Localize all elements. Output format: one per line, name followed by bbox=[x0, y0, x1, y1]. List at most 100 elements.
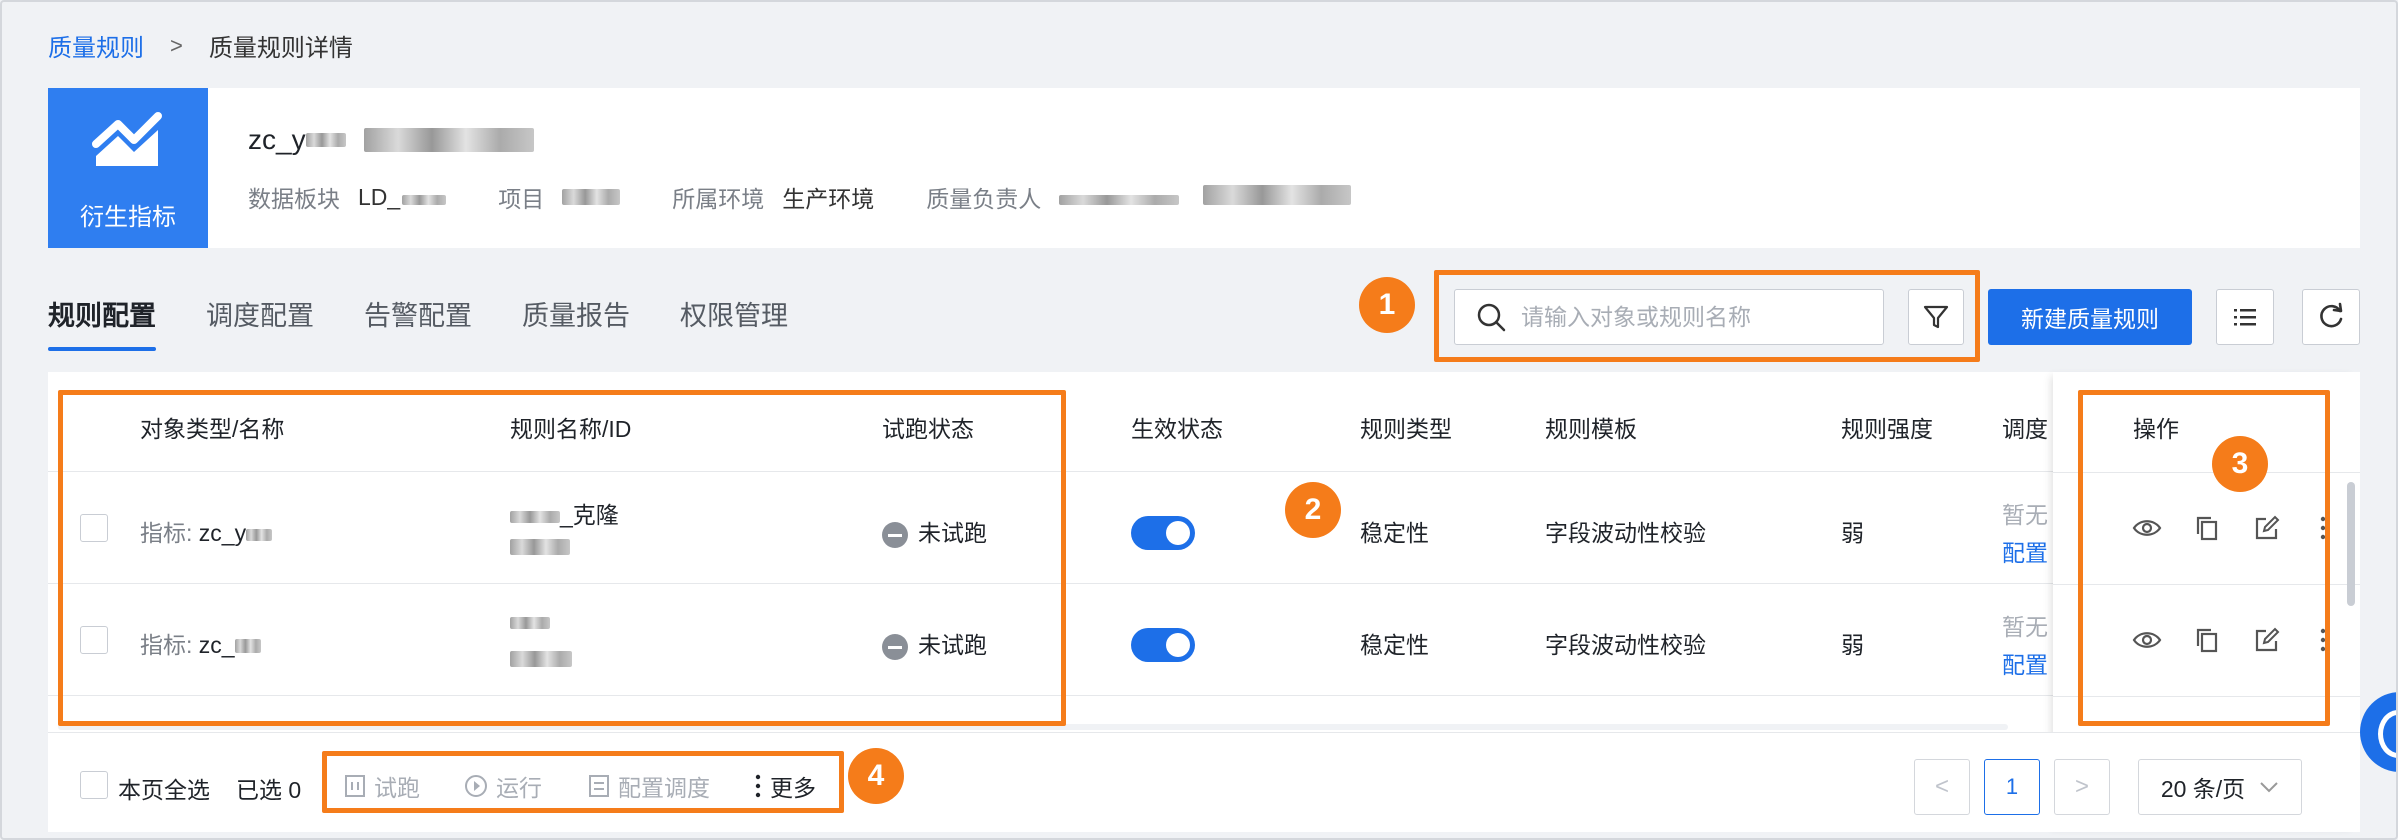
selected-count: 已选 0 bbox=[236, 777, 302, 803]
tab-quality-report[interactable]: 质量报告 bbox=[522, 294, 630, 351]
row-checkbox[interactable] bbox=[80, 626, 108, 654]
page-1-button[interactable]: 1 bbox=[1984, 759, 2040, 815]
tab-rule-config[interactable]: 规则配置 bbox=[48, 294, 156, 351]
rule-name-cell[interactable]: _克隆 bbox=[510, 496, 619, 530]
col-trial-status: 试跑状态 bbox=[882, 416, 974, 442]
copy-icon bbox=[2196, 516, 2218, 541]
view-button[interactable] bbox=[2132, 513, 2162, 543]
eye-icon bbox=[2132, 632, 2162, 648]
filter-icon bbox=[1923, 305, 1949, 329]
tab-permission[interactable]: 权限管理 bbox=[680, 294, 788, 351]
page-size-select[interactable]: 20 条/页 bbox=[2138, 759, 2302, 815]
col-rule-strength: 规则强度 bbox=[1841, 416, 1933, 442]
effect-status-toggle[interactable] bbox=[1131, 628, 1195, 662]
table-row: 指标: zc_ 未试跑 稳定性 字段波动性校验 弱 暂无 配置 bbox=[48, 584, 2360, 696]
edit-icon bbox=[2255, 515, 2280, 540]
table-footer: 本页全选 已选 0 试跑 运行 配置调度 更多 < 1 > 20 条/页 bbox=[48, 732, 2360, 832]
refresh-icon bbox=[2320, 302, 2343, 328]
breadcrumb: 质量规则 > 质量规则详情 bbox=[48, 28, 353, 63]
schedule-text: 暂无 bbox=[2002, 614, 2048, 640]
schedule-config-link[interactable]: 配置 bbox=[2002, 646, 2048, 680]
col-schedule: 调度 bbox=[2002, 416, 2048, 442]
row-checkbox[interactable] bbox=[80, 514, 108, 542]
horizontal-scrollbar[interactable] bbox=[58, 724, 2008, 730]
rule-id-cell bbox=[510, 646, 572, 673]
search-input[interactable] bbox=[1521, 303, 1851, 331]
edit-button[interactable] bbox=[2252, 625, 2282, 655]
bulk-more-button[interactable]: 更多 bbox=[754, 769, 816, 803]
col-rule-type: 规则类型 bbox=[1360, 416, 1452, 442]
page-size-value: 20 条/页 bbox=[2160, 776, 2246, 802]
object-cell: 指标: zc_y bbox=[140, 514, 273, 548]
object-cell: 指标: zc_ bbox=[140, 626, 261, 660]
refresh-button[interactable] bbox=[2302, 289, 2360, 345]
chevron-down-icon bbox=[2260, 782, 2278, 793]
play-circle-icon bbox=[465, 775, 487, 797]
rule-name-cell[interactable] bbox=[510, 608, 550, 635]
rule-template-cell: 字段波动性校验 bbox=[1545, 520, 1706, 546]
schedule-text: 暂无 bbox=[2002, 502, 2048, 528]
tab-alert-config[interactable]: 告警配置 bbox=[364, 294, 472, 351]
filter-button[interactable] bbox=[1908, 289, 1964, 345]
list-view-button[interactable] bbox=[2216, 289, 2274, 345]
trial-icon bbox=[345, 775, 365, 797]
copy-button[interactable] bbox=[2192, 513, 2222, 543]
next-page-button[interactable]: > bbox=[2054, 759, 2110, 815]
bulk-run-button[interactable]: 运行 bbox=[464, 769, 542, 803]
object-type-label: 衍生指标 bbox=[80, 204, 176, 231]
effect-status-toggle[interactable] bbox=[1131, 516, 1195, 550]
app-frame: 质量规则 > 质量规则详情 衍生指标 zc_y 数据板块 LD_ 项目 所属环境… bbox=[0, 0, 2398, 840]
breadcrumb-current: 质量规则详情 bbox=[208, 35, 353, 62]
schedule-config-link[interactable]: 配置 bbox=[2002, 534, 2048, 568]
more-vertical-icon bbox=[2320, 516, 2326, 540]
table-header: 对象类型/名称 规则名称/ID 试跑状态 生效状态 规则类型 规则模板 规则强度… bbox=[48, 372, 2360, 472]
vertical-scrollbar[interactable] bbox=[2347, 482, 2355, 606]
rule-id-cell bbox=[510, 534, 570, 561]
meta-value-owner bbox=[1059, 184, 1352, 211]
new-quality-rule-button[interactable]: 新建质量规则 bbox=[1988, 289, 2192, 345]
bulk-schedule-button[interactable]: 配置调度 bbox=[588, 769, 710, 803]
select-all-checkbox[interactable] bbox=[80, 771, 108, 799]
trend-chart-icon bbox=[92, 112, 162, 166]
meta-label-owner: 质量负责人 bbox=[926, 186, 1042, 212]
annotation-badge-3: 3 bbox=[2212, 436, 2268, 492]
more-button[interactable] bbox=[2308, 625, 2338, 655]
meta-label-environment: 所属环境 bbox=[672, 186, 765, 212]
redacted-title bbox=[305, 133, 346, 147]
select-all-label[interactable]: 本页全选 bbox=[118, 771, 210, 805]
annotation-badge-4: 4 bbox=[848, 748, 904, 804]
meta-value-project bbox=[562, 184, 621, 211]
rule-meta: 数据板块 LD_ 项目 所属环境 生产环境 质量负责人 bbox=[248, 180, 1403, 214]
meta-label-project: 项目 bbox=[498, 186, 545, 212]
list-icon bbox=[2234, 309, 2256, 326]
not-run-icon bbox=[882, 521, 908, 548]
annotation-badge-1: 1 bbox=[1359, 277, 1415, 333]
rule-strength-cell: 弱 bbox=[1841, 520, 1864, 546]
breadcrumb-separator: > bbox=[170, 32, 183, 58]
copy-icon bbox=[2196, 628, 2218, 653]
more-vertical-icon bbox=[2320, 628, 2326, 652]
table-row: 指标: zc_y _克隆 未试跑 稳定性 字段波动性校验 弱 暂无 配置 bbox=[48, 472, 2360, 584]
rule-type-cell: 稳定性 bbox=[1360, 520, 1429, 546]
edit-button[interactable] bbox=[2252, 513, 2282, 543]
rule-template-cell: 字段波动性校验 bbox=[1545, 632, 1706, 658]
tab-schedule-config[interactable]: 调度配置 bbox=[206, 294, 314, 351]
eye-icon bbox=[2132, 520, 2162, 536]
col-actions: 操作 bbox=[2133, 416, 2179, 442]
trial-status-cell: 未试跑 bbox=[882, 514, 987, 548]
view-button[interactable] bbox=[2132, 625, 2162, 655]
col-rule-template: 规则模板 bbox=[1545, 416, 1637, 442]
meta-value-environment: 生产环境 bbox=[782, 186, 875, 212]
trial-status-cell: 未试跑 bbox=[882, 626, 987, 660]
rule-title-text: zc_y bbox=[248, 124, 306, 155]
col-effect-status: 生效状态 bbox=[1131, 416, 1223, 442]
breadcrumb-root-link[interactable]: 质量规则 bbox=[48, 28, 144, 63]
annotation-badge-2: 2 bbox=[1285, 482, 1341, 538]
bulk-trial-button[interactable]: 试跑 bbox=[344, 769, 420, 803]
schedule-icon bbox=[589, 775, 609, 797]
copy-button[interactable] bbox=[2192, 625, 2222, 655]
prev-page-button[interactable]: < bbox=[1914, 759, 1970, 815]
redacted-title-suffix bbox=[363, 128, 534, 152]
help-float-button[interactable] bbox=[2360, 692, 2396, 772]
more-button[interactable] bbox=[2308, 513, 2338, 543]
